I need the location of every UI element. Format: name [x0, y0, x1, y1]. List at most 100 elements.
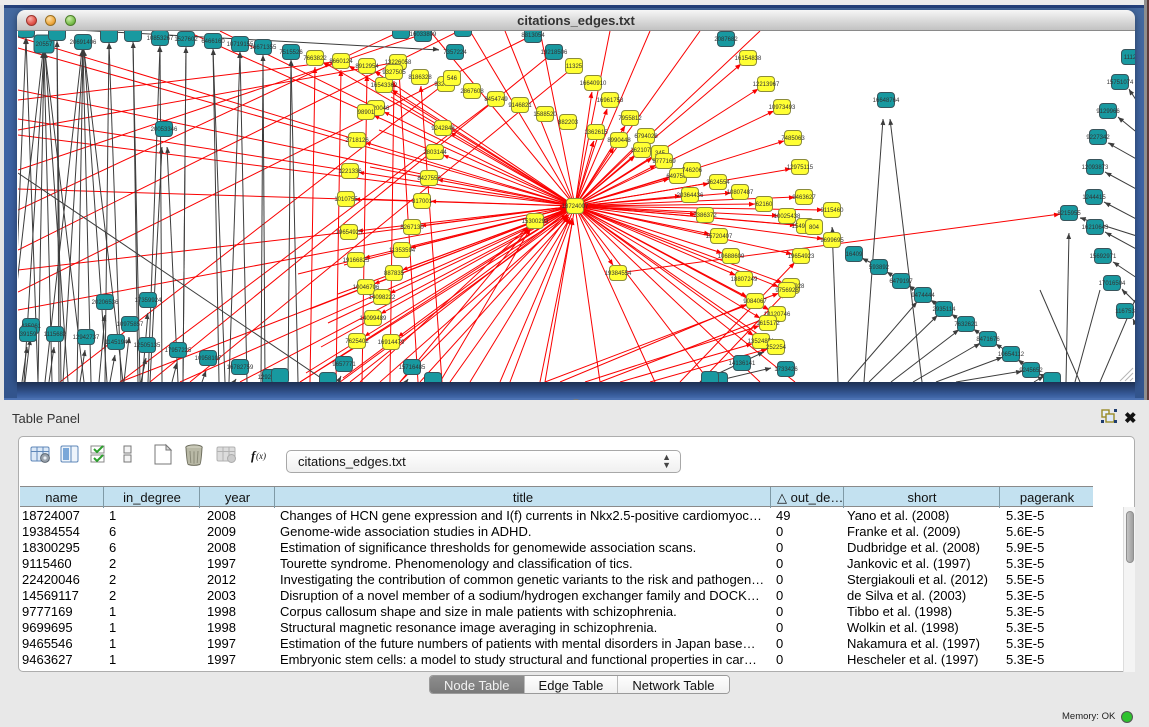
- svg-text:16409: 16409: [846, 252, 863, 258]
- svg-text:252254: 252254: [766, 345, 787, 351]
- svg-text:1010755: 1010755: [334, 197, 358, 203]
- svg-text:887835: 887835: [384, 271, 405, 277]
- svg-text:10654112: 10654112: [998, 352, 1025, 358]
- svg-text:2867608: 2867608: [460, 89, 484, 95]
- svg-text:14098222: 14098222: [369, 295, 396, 301]
- svg-text:39159: 39159: [20, 332, 37, 338]
- svg-text:2718126: 2718126: [345, 138, 369, 144]
- svg-text:8990448: 8990448: [607, 138, 631, 144]
- svg-text:2935114: 2935114: [933, 307, 957, 313]
- svg-text:18724007: 18724007: [562, 204, 589, 210]
- svg-text:19218506: 19218506: [541, 50, 568, 56]
- svg-text:10025438: 10025438: [774, 214, 801, 220]
- svg-text:8912954: 8912954: [355, 64, 379, 70]
- svg-text:6466160: 6466160: [201, 39, 225, 45]
- svg-text:10688609: 10688609: [718, 254, 745, 260]
- svg-text:1527602: 1527602: [174, 37, 198, 43]
- svg-text:19384554: 19384554: [605, 271, 632, 277]
- svg-text:14136141: 14136141: [729, 361, 756, 367]
- svg-text:15720407: 15720407: [706, 234, 733, 240]
- svg-text:9699695: 9699695: [820, 238, 844, 244]
- svg-text:9474444: 9474444: [911, 293, 935, 299]
- svg-text:9463627: 9463627: [792, 195, 816, 201]
- svg-text:1733426: 1733426: [774, 367, 798, 373]
- svg-text:12942737: 12942737: [73, 335, 100, 341]
- svg-text:1221336: 1221336: [338, 169, 362, 175]
- svg-text:20206536: 20206536: [92, 300, 119, 306]
- svg-text:8471676: 8471676: [976, 337, 1000, 343]
- svg-text:16671355: 16671355: [250, 45, 277, 51]
- svg-text:317001: 317001: [412, 199, 433, 205]
- svg-text:746206: 746206: [682, 168, 703, 174]
- svg-text:7485063: 7485063: [781, 136, 805, 142]
- svg-text:7386372: 7386372: [693, 213, 717, 219]
- svg-text:1615172: 1615172: [756, 321, 780, 327]
- svg-text:7625402: 7625402: [345, 339, 369, 345]
- svg-text:9242848: 9242848: [431, 126, 455, 132]
- svg-text:16640910: 16640910: [580, 81, 607, 87]
- svg-text:10975857: 10975857: [117, 322, 144, 328]
- svg-text:9756928: 9756928: [775, 288, 799, 294]
- svg-text:62160: 62160: [756, 202, 773, 208]
- svg-text:15692971: 15692971: [1090, 254, 1117, 260]
- svg-text:116753: 116753: [1115, 309, 1135, 315]
- svg-text:10973493: 10973493: [769, 105, 796, 111]
- svg-text:7955812: 7955812: [618, 116, 642, 122]
- svg-text:19654925: 19654925: [336, 230, 363, 236]
- svg-text:12505135: 12505135: [134, 343, 161, 349]
- svg-text:16782759: 16782759: [227, 365, 254, 371]
- svg-text:8813054: 8813054: [521, 33, 545, 39]
- svg-text:1588520: 1588520: [533, 112, 557, 118]
- svg-text:9129966: 9129966: [1096, 109, 1120, 115]
- svg-text:20364436: 20364436: [677, 193, 704, 199]
- svg-text:15751074: 15751074: [1107, 80, 1134, 86]
- svg-text:98901: 98901: [358, 110, 375, 116]
- svg-text:2803144: 2803144: [423, 150, 447, 156]
- svg-text:16648764: 16648764: [873, 98, 900, 104]
- svg-text:7357224: 7357224: [443, 50, 467, 56]
- svg-text:19654923: 19654923: [788, 254, 815, 260]
- svg-text:12975115: 12975115: [787, 165, 814, 171]
- svg-text:14099489: 14099489: [360, 316, 387, 322]
- svg-text:882203: 882203: [558, 120, 579, 126]
- svg-text:17957225: 17957225: [165, 348, 192, 354]
- svg-text:16543362: 16543362: [371, 83, 398, 89]
- svg-text:9227342: 9227342: [1086, 135, 1110, 141]
- svg-text:9245652: 9245652: [1019, 368, 1043, 374]
- svg-text:7663822: 7663822: [303, 56, 327, 62]
- svg-text:7632621: 7632621: [954, 322, 978, 328]
- svg-text:9084067: 9084067: [743, 299, 767, 305]
- svg-text:17359924: 17359924: [135, 298, 162, 304]
- svg-text:19166825: 19166825: [343, 258, 370, 264]
- svg-text:804: 804: [809, 225, 820, 231]
- svg-text:9146821: 9146821: [508, 103, 532, 109]
- svg-text:10958107: 10958107: [195, 356, 222, 362]
- svg-text:17016504: 17016504: [1099, 281, 1126, 287]
- svg-text:6794028: 6794028: [634, 134, 658, 140]
- svg-text:10807487: 10807487: [727, 190, 754, 196]
- svg-text:18807249: 18807249: [731, 277, 758, 283]
- svg-text:10853267: 10853267: [147, 36, 174, 42]
- svg-text:16210643: 16210643: [1082, 225, 1109, 231]
- svg-text:16914479: 16914479: [378, 340, 405, 346]
- svg-text:1362615: 1362615: [584, 130, 608, 136]
- svg-text:8427552: 8427552: [417, 176, 441, 182]
- svg-text:2087682: 2087682: [714, 37, 738, 43]
- svg-text:(x): (x): [256, 451, 266, 461]
- svg-text:1145194: 1145194: [105, 340, 129, 346]
- svg-text:16961758: 16961758: [597, 98, 624, 104]
- svg-text:20053346: 20053346: [151, 127, 178, 133]
- svg-text:20557: 20557: [36, 42, 53, 48]
- svg-text:7515526: 7515526: [279, 50, 303, 56]
- svg-text:1115682: 1115682: [44, 332, 67, 338]
- svg-text:3624554: 3624554: [706, 180, 730, 186]
- svg-text:12093873: 12093873: [1082, 165, 1109, 171]
- svg-text:6479197: 6479197: [889, 279, 913, 285]
- svg-text:9657771: 9657771: [332, 362, 356, 368]
- svg-text:8267130: 8267130: [400, 225, 424, 231]
- svg-text:16033809: 16033809: [410, 32, 437, 38]
- svg-text:1112: 1112: [1124, 55, 1135, 61]
- svg-text:9115460: 9115460: [821, 208, 845, 214]
- svg-text:8454749: 8454749: [484, 97, 508, 103]
- svg-text:546: 546: [447, 76, 458, 82]
